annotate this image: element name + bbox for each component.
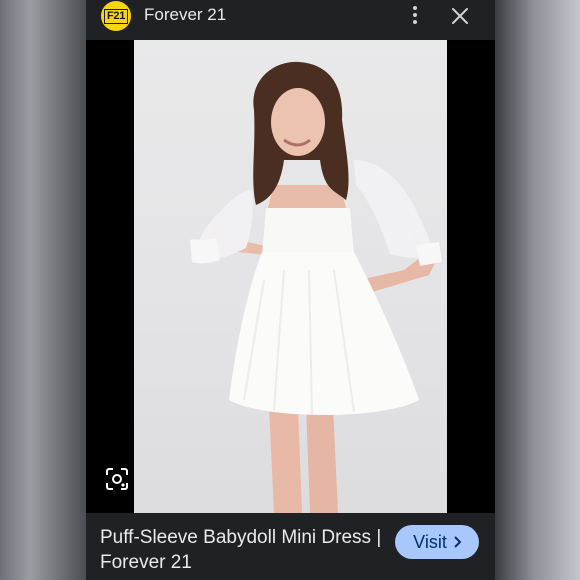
blurred-background-right <box>495 0 580 580</box>
result-title[interactable]: Puff-Sleeve Babydoll Mini Dress | Foreve… <box>100 525 390 575</box>
visit-button[interactable]: Visit <box>395 525 479 559</box>
google-lens-icon[interactable] <box>104 466 130 492</box>
site-name[interactable]: Forever 21 <box>144 5 226 25</box>
more-vert-icon[interactable] <box>408 5 422 25</box>
image-viewer <box>86 40 495 513</box>
result-caption: Puff-Sleeve Babydoll Mini Dress | Foreve… <box>86 513 495 580</box>
model-illustration <box>190 61 442 513</box>
source-header: F21 Forever 21 <box>86 0 495 40</box>
product-photo[interactable] <box>134 40 447 513</box>
close-icon[interactable] <box>450 6 470 26</box>
site-logo: F21 <box>101 1 131 31</box>
image-preview-panel: F21 Forever 21 Puff-Sleeve Babydoll Mini… <box>86 0 495 580</box>
visit-label: Visit <box>413 531 447 552</box>
logo-text: F21 <box>103 8 129 24</box>
chevron-right-icon <box>454 536 461 548</box>
blurred-background-left <box>0 0 86 580</box>
